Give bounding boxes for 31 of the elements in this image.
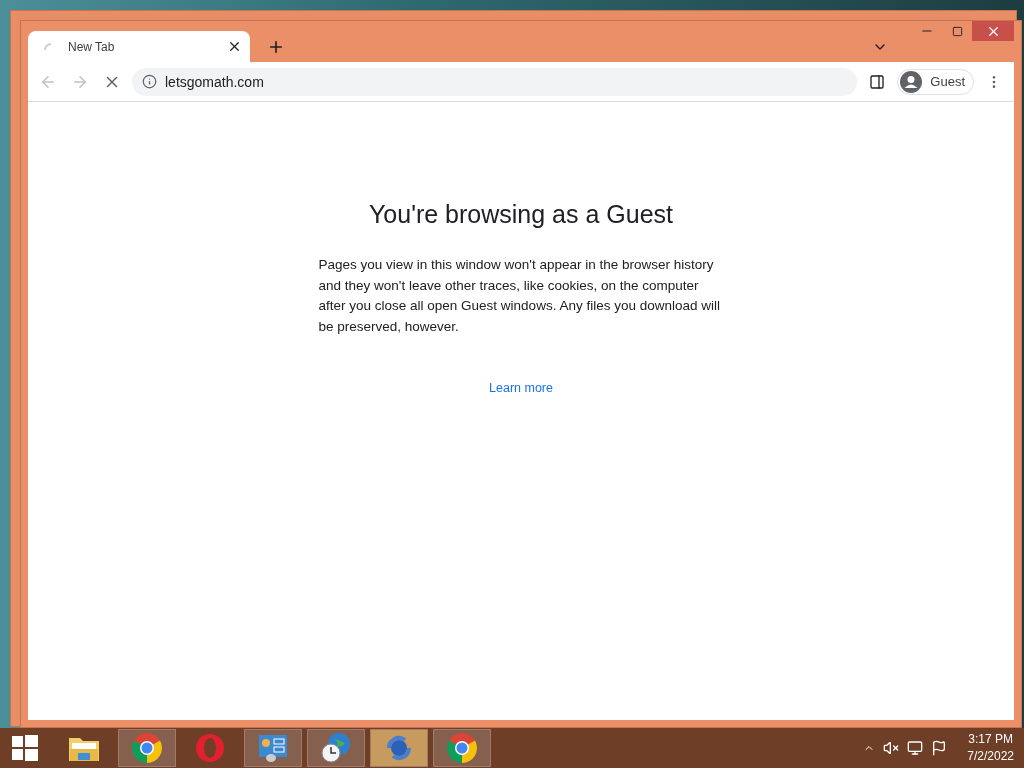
close-window-button[interactable] [972, 21, 1014, 41]
chrome-icon [132, 733, 162, 763]
tab-title: New Tab [68, 39, 116, 54]
side-panel-icon [869, 73, 886, 90]
browser-tab[interactable]: New Tab [28, 31, 250, 62]
globe-clock-icon [320, 732, 352, 764]
guest-description: Pages you view in this window won't appear in the browser history and they won't leave other traces, like cookies, on the computer after you close all open Guest windows. Any files you download will be preserved, however. [318, 256, 721, 336]
taskbar-button[interactable] [307, 729, 365, 767]
maximize-icon [951, 25, 963, 37]
info-icon [142, 74, 157, 89]
clock-date: 7/2/2022 [967, 748, 1014, 765]
address-text: letsgomath.com [165, 73, 264, 90]
profile-button[interactable]: Guest [897, 68, 974, 95]
clock[interactable]: 3:17 PM 7/2/2022 [967, 731, 1014, 765]
control-panel-icon [257, 733, 289, 763]
taskbar-button[interactable] [118, 729, 176, 767]
volume-muted-icon[interactable] [883, 740, 900, 756]
learn-more-link[interactable]: Learn more [489, 381, 553, 395]
person-icon [900, 70, 923, 93]
flag-icon[interactable] [931, 740, 948, 756]
loading-spinner-icon [44, 42, 52, 51]
windows-logo-icon [12, 735, 38, 761]
address-bar[interactable]: letsgomath.com [132, 67, 858, 96]
taskbar-button[interactable] [433, 729, 491, 767]
chrome-icon [447, 733, 477, 763]
opera-icon [195, 733, 225, 763]
page-heading: You're browsing as a Guest [369, 200, 673, 229]
plus-icon [267, 38, 285, 56]
close-tab-icon[interactable] [227, 39, 242, 54]
network-icon[interactable] [907, 740, 924, 756]
clock-time: 3:17 PM [968, 731, 1013, 748]
